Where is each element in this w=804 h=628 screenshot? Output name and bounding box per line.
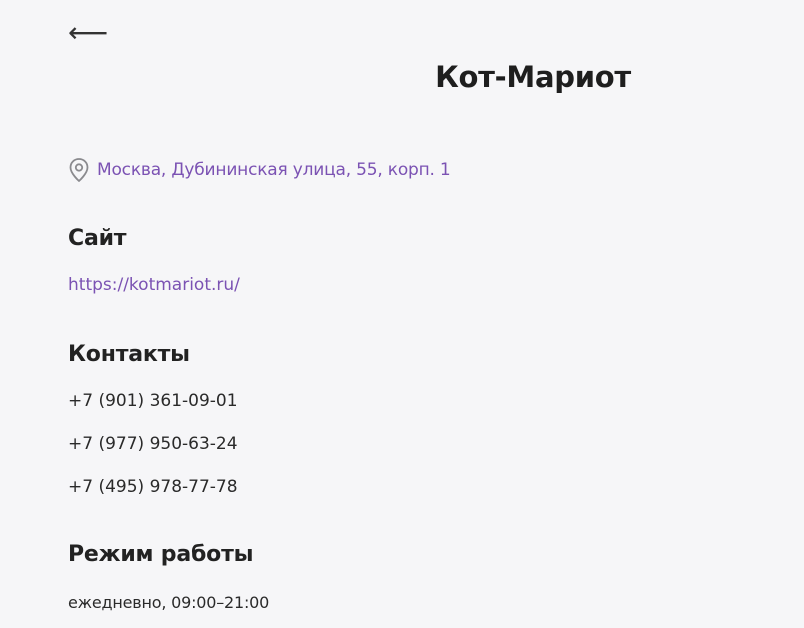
address-link[interactable]: Москва, Дубининская улица, 55, корп. 1 bbox=[97, 160, 451, 180]
opening-hours: ежедневно, 09:00–21:00 bbox=[68, 593, 270, 612]
location-pin-icon bbox=[68, 157, 90, 183]
contacts-heading: Контакты bbox=[68, 342, 190, 367]
back-arrow-icon[interactable]: ⟵ bbox=[68, 18, 108, 48]
address-row[interactable]: Москва, Дубининская улица, 55, корп. 1 bbox=[68, 156, 451, 184]
phone-link[interactable]: +7 (495) 978-77-78 bbox=[68, 477, 238, 497]
website-heading: Сайт bbox=[68, 226, 127, 251]
website-link[interactable]: https://kotmariot.ru/ bbox=[68, 275, 240, 295]
phone-link[interactable]: +7 (977) 950-63-24 bbox=[68, 434, 238, 454]
phone-link[interactable]: +7 (901) 361-09-01 bbox=[68, 391, 238, 411]
schedule-heading: Режим работы bbox=[68, 542, 254, 567]
page-title: Кот-Мариот bbox=[435, 60, 631, 94]
